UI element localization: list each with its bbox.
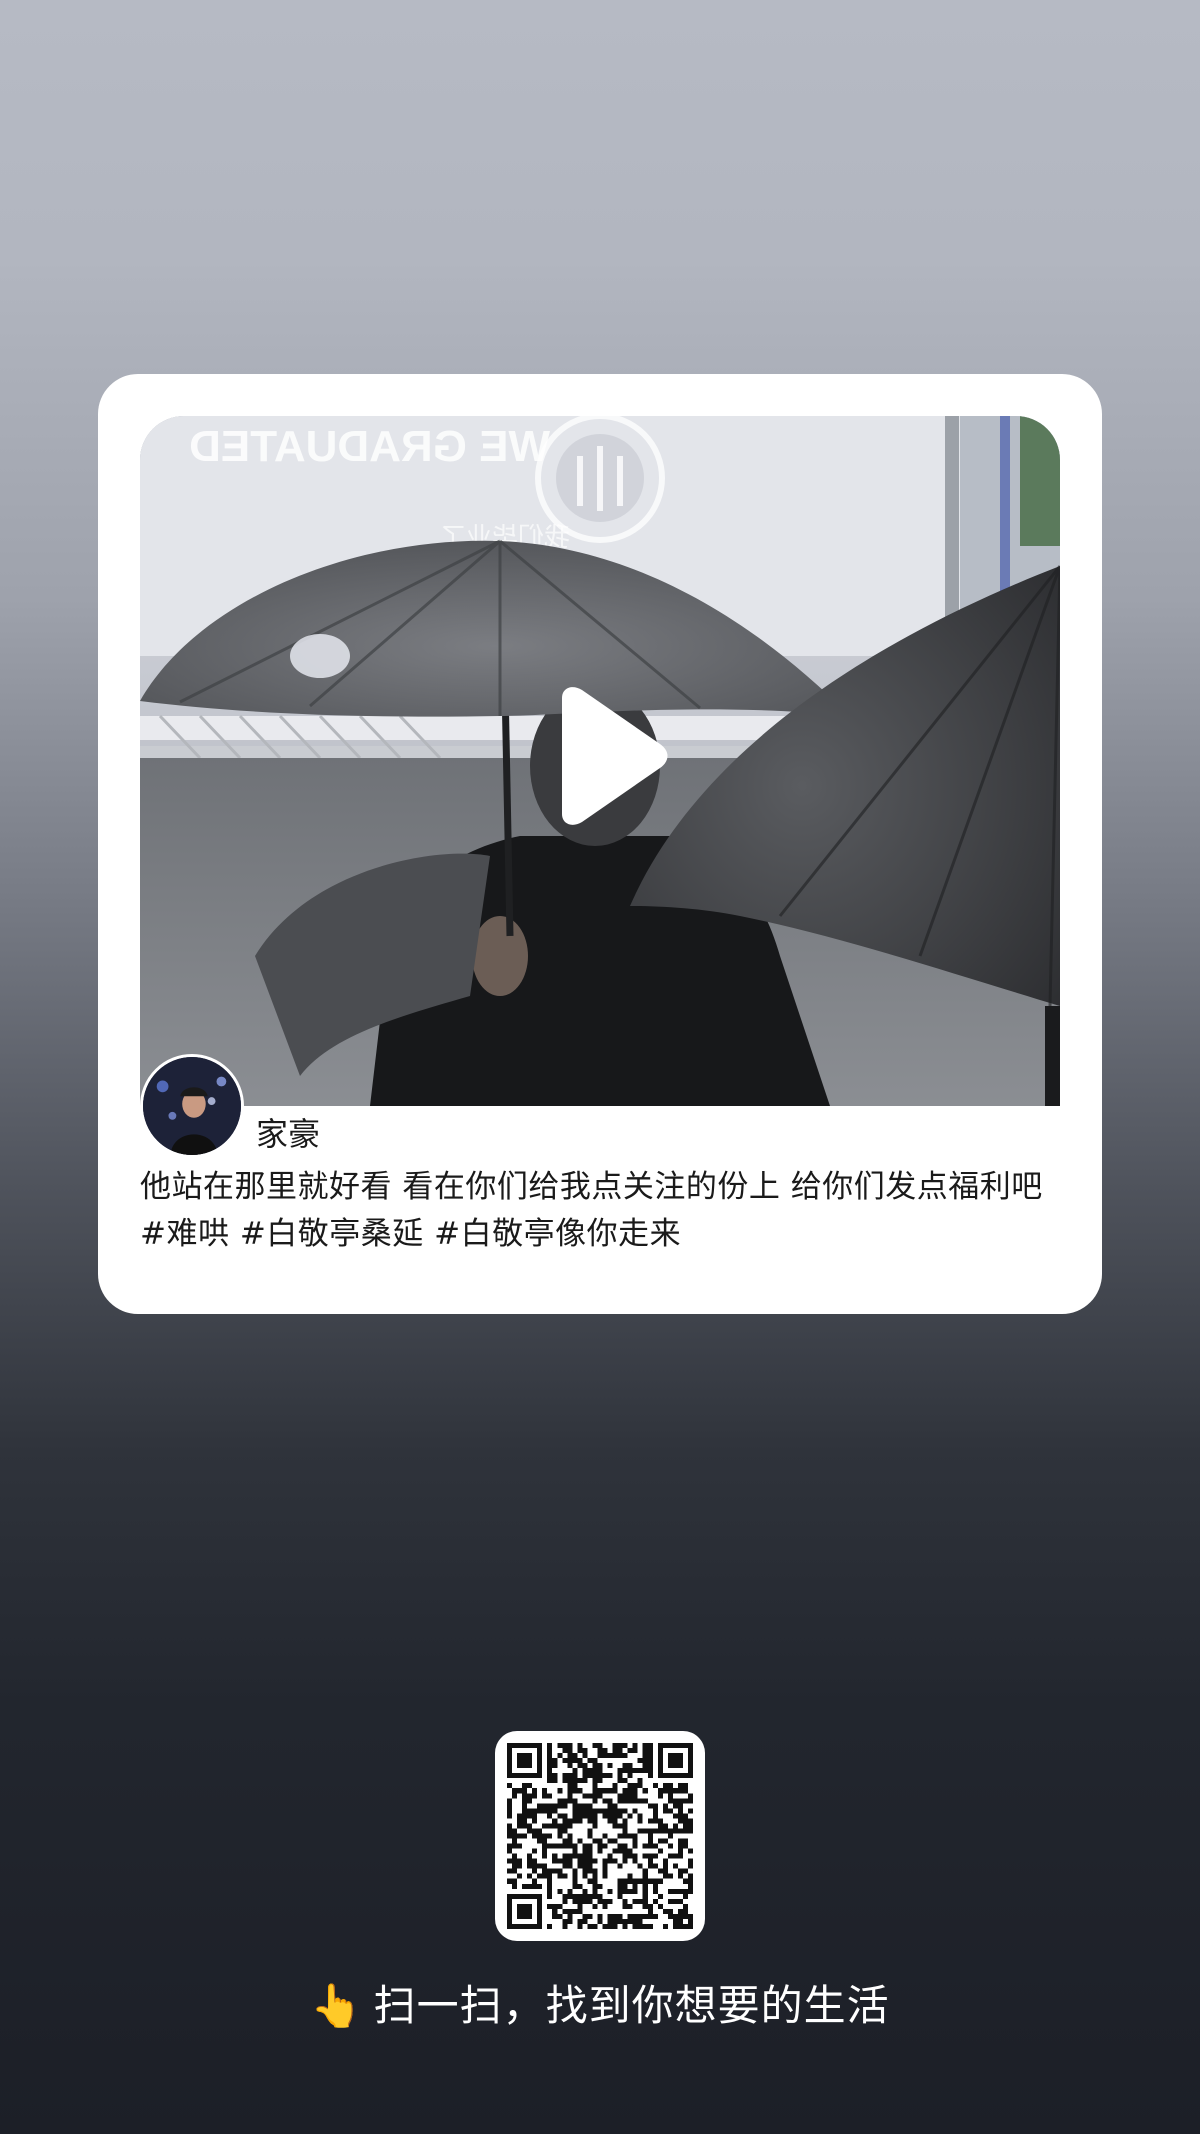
- video-thumbnail[interactable]: WE GRADUATED 我们毕业了: [140, 416, 1060, 1106]
- post-caption: 他站在那里就好看 看在你们给我点关注的份上 给你们发点福利吧#难哄 #白敬亭桑延…: [140, 1169, 1043, 1252]
- svg-text:WE GRADUATED: WE GRADUATED: [189, 422, 550, 471]
- author-name[interactable]: 家豪: [256, 1114, 320, 1154]
- avatar-photo: [143, 1057, 241, 1155]
- qr-code-frame: [495, 1731, 705, 1941]
- banner-text: WE GRADUATED: [189, 422, 550, 471]
- slogan-text: 扫一扫，找到你想要的生活: [373, 1981, 890, 2030]
- qr-code: [507, 1743, 693, 1929]
- scan-slogan: 👆 扫一扫，找到你想要的生活: [0, 1978, 1200, 2034]
- play-icon[interactable]: [540, 686, 670, 826]
- share-card: WE GRADUATED 我们毕业了 家豪 他站在那里就好看 看在你们给我点关注…: [98, 374, 1102, 1314]
- pointing-up-hand-icon: 👆: [310, 1981, 364, 2030]
- author-avatar[interactable]: [140, 1054, 244, 1158]
